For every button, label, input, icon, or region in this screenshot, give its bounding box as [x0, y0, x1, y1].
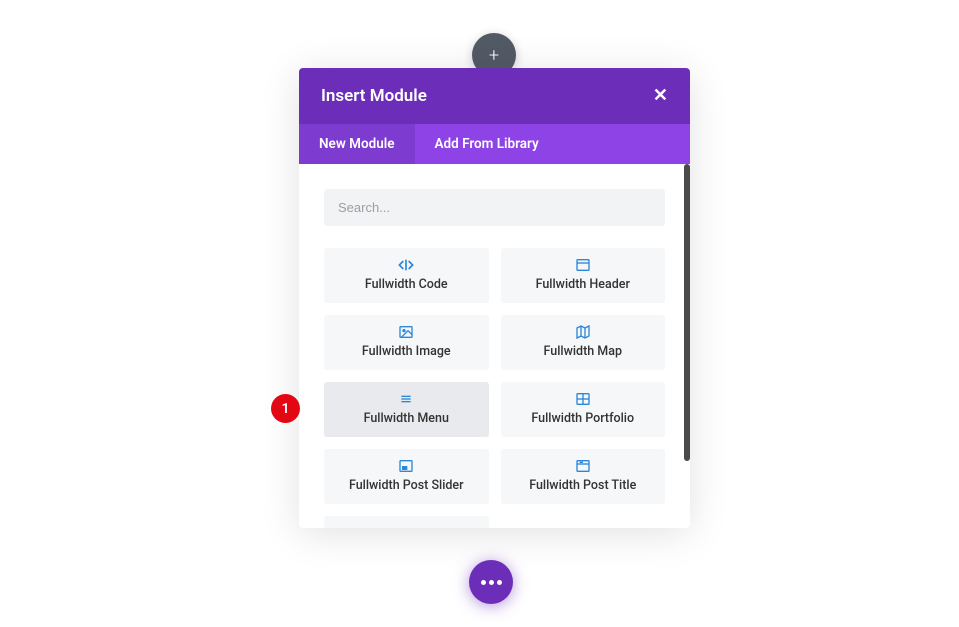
search-input[interactable]: [324, 189, 665, 226]
scrollbar-thumb[interactable]: [684, 164, 690, 461]
module-fullwidth-code[interactable]: Fullwidth Code: [324, 248, 489, 303]
module-label: Fullwidth Post Title: [529, 478, 636, 493]
close-icon: ✕: [653, 85, 668, 106]
page-actions-button[interactable]: [469, 560, 513, 604]
menu-icon: [398, 391, 414, 407]
module-grid: Fullwidth Code Fullwidth Header Fullwidt…: [324, 248, 665, 528]
module-label: Fullwidth Map: [544, 344, 623, 359]
post-slider-icon: [398, 458, 414, 474]
module-fullwidth-map[interactable]: Fullwidth Map: [501, 315, 666, 370]
annotation-number: 1: [282, 401, 290, 417]
module-fullwidth-menu[interactable]: Fullwidth Menu: [324, 382, 489, 437]
module-partial-next[interactable]: [324, 516, 489, 528]
module-label: Fullwidth Image: [362, 344, 451, 359]
modal-header: Insert Module ✕: [299, 68, 690, 124]
module-label: Fullwidth Menu: [364, 411, 449, 426]
ellipsis-icon: [497, 580, 502, 585]
module-fullwidth-image[interactable]: Fullwidth Image: [324, 315, 489, 370]
portfolio-icon: [575, 391, 591, 407]
module-label: Fullwidth Header: [536, 277, 630, 292]
module-fullwidth-post-slider[interactable]: Fullwidth Post Slider: [324, 449, 489, 504]
header-icon: [575, 257, 591, 273]
module-label: Fullwidth Post Slider: [349, 478, 464, 493]
tab-new-module[interactable]: New Module: [299, 124, 415, 164]
module-fullwidth-post-title[interactable]: Fullwidth Post Title: [501, 449, 666, 504]
module-fullwidth-portfolio[interactable]: Fullwidth Portfolio: [501, 382, 666, 437]
module-fullwidth-header[interactable]: Fullwidth Header: [501, 248, 666, 303]
modal-body: Fullwidth Code Fullwidth Header Fullwidt…: [299, 164, 690, 523]
close-button[interactable]: ✕: [653, 87, 668, 105]
plus-icon: +: [489, 45, 499, 66]
code-icon: [398, 257, 414, 273]
map-icon: [575, 324, 591, 340]
ellipsis-icon: [481, 580, 486, 585]
insert-module-modal: Insert Module ✕ New Module Add From Libr…: [299, 68, 690, 528]
annotation-badge-1: 1: [271, 394, 300, 423]
post-title-icon: [575, 458, 591, 474]
modal-tabs: New Module Add From Library: [299, 124, 690, 164]
ellipsis-icon: [489, 580, 494, 585]
image-icon: [398, 324, 414, 340]
tab-add-from-library[interactable]: Add From Library: [415, 124, 559, 164]
modal-title: Insert Module: [321, 86, 427, 106]
module-label: Fullwidth Portfolio: [531, 411, 634, 426]
module-label: Fullwidth Code: [365, 277, 448, 292]
